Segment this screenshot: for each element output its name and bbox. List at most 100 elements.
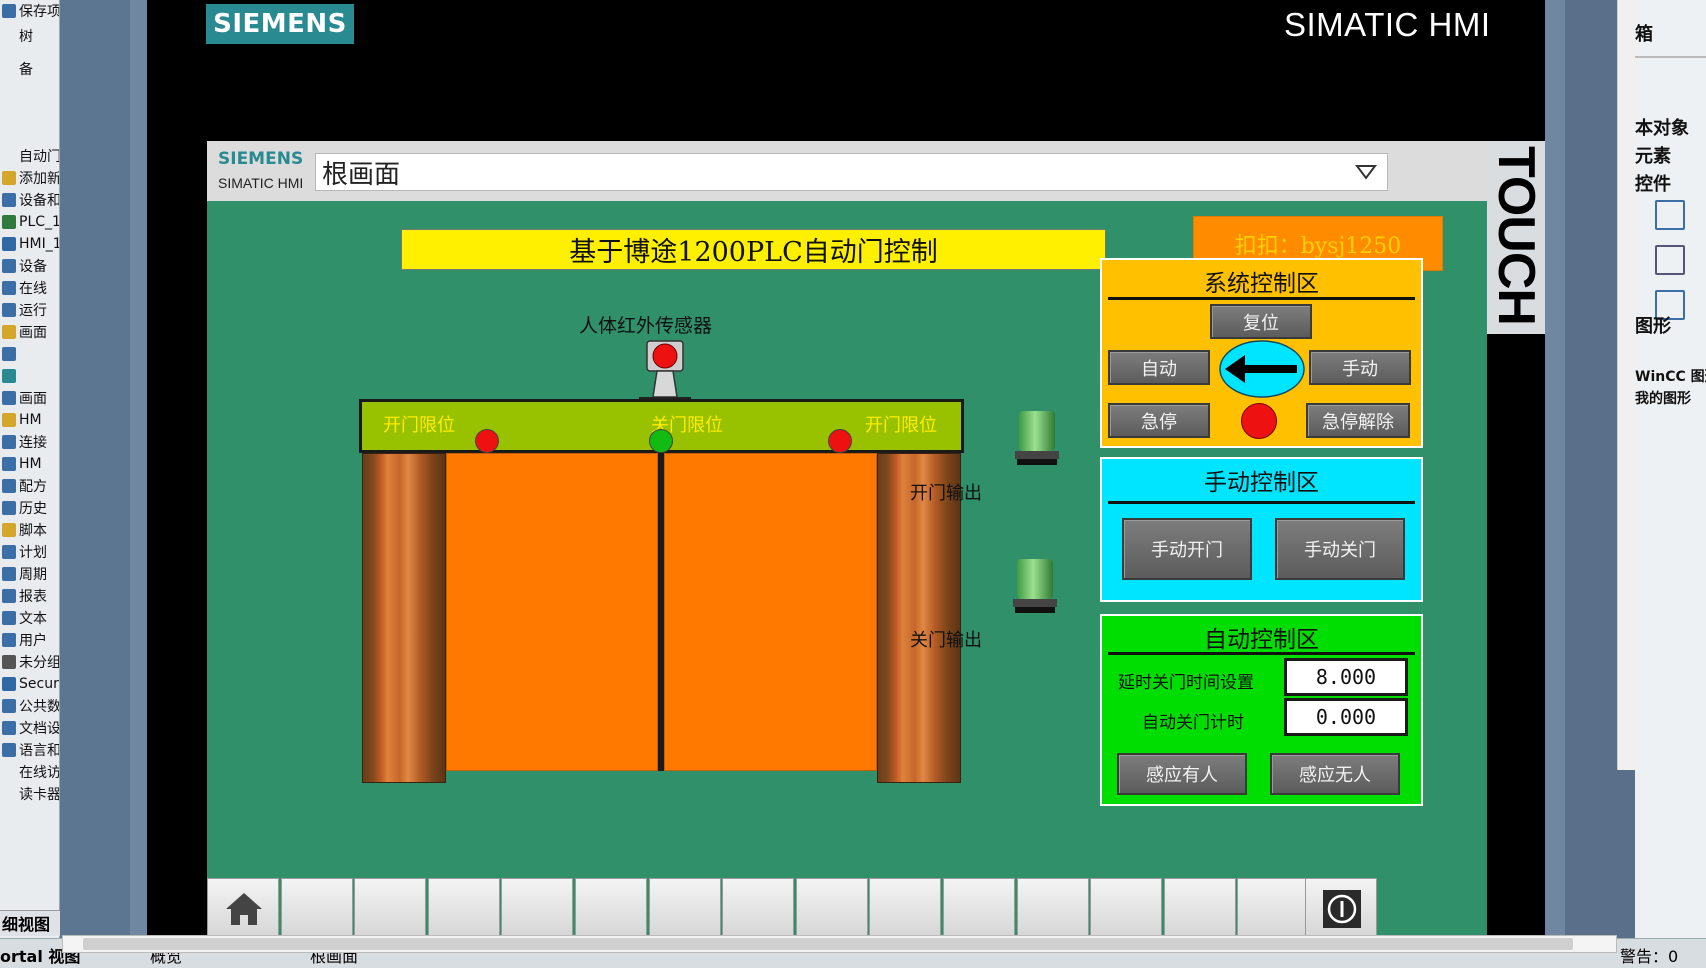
vertical-scrollbar[interactable]: [1617, 0, 1635, 770]
project-tree-item[interactable]: 周期: [0, 563, 59, 585]
tree-item-icon: [2, 171, 16, 185]
project-tree-item[interactable]: 画面: [0, 387, 59, 409]
tree-item-icon: [2, 721, 16, 735]
project-tree-item[interactable]: HM: [0, 409, 59, 431]
ir-sensor-icon: [639, 340, 691, 401]
tree-item-icon: [2, 501, 16, 515]
estop-release-button[interactable]: 急停解除: [1306, 403, 1410, 438]
project-tree-item[interactable]: 自动门博途: [0, 145, 59, 167]
tree-item-icon: [2, 303, 16, 317]
softkey-5[interactable]: [501, 878, 573, 938]
toolbox-section-elements[interactable]: 元素: [1635, 142, 1706, 168]
tree-item-label: 文档设: [19, 721, 60, 737]
tree-item-label: HM: [19, 456, 42, 472]
softkey-15[interactable]: [1237, 878, 1309, 938]
sense-person-button[interactable]: 感应有人: [1117, 753, 1247, 795]
project-tree-item[interactable]: 配方: [0, 475, 59, 497]
tree-item-label: 备: [19, 62, 33, 78]
project-tree-item[interactable]: 历史: [0, 497, 59, 519]
workspace-border-right: [1545, 0, 1565, 968]
project-tree-item[interactable]: 用户: [0, 629, 59, 651]
softkey-13[interactable]: [1090, 878, 1162, 938]
project-tree-item[interactable]: 设备和: [0, 189, 60, 211]
project-tree-item[interactable]: HM: [0, 453, 59, 475]
reset-button[interactable]: 复位: [1210, 304, 1312, 339]
project-tree-item[interactable]: 备: [0, 58, 59, 80]
door-leaf-left: [446, 453, 658, 771]
project-tree-item[interactable]: 连接: [0, 431, 59, 453]
project-tree-item[interactable]: 语言和: [0, 739, 59, 761]
project-tree-item[interactable]: 文本: [0, 607, 59, 629]
softkey-1[interactable]: [207, 878, 279, 938]
page-title: 基于博途1200PLC自动门控制: [401, 229, 1106, 270]
project-tree-item[interactable]: 设备: [0, 255, 59, 277]
project-tree-item[interactable]: 树: [0, 25, 59, 47]
toolbox-section-controls[interactable]: 控件: [1635, 170, 1706, 196]
manual-open-button[interactable]: 手动开门: [1122, 518, 1252, 580]
delay-time-label: 延时关门时间设置: [1118, 673, 1254, 693]
project-tree-item[interactable]: Secur: [0, 673, 59, 695]
project-tree-item[interactable]: [0, 343, 59, 365]
softkey-6[interactable]: [575, 878, 647, 938]
delay-time-input[interactable]: 8.000: [1284, 658, 1408, 696]
softkey-10[interactable]: [869, 878, 941, 938]
toolbox-section-basic[interactable]: 本对象: [1635, 114, 1706, 140]
tree-item-label: 用户: [19, 633, 47, 649]
toolbox-section-graphics[interactable]: 图形: [1635, 312, 1706, 338]
wincc-graphics-folder[interactable]: WinCC 图形: [1635, 366, 1706, 386]
project-tree-item[interactable]: 读卡器/US: [0, 783, 59, 805]
tree-item-icon: [2, 523, 16, 537]
softkey-4[interactable]: [428, 878, 500, 938]
table-view-icon[interactable]: [1655, 245, 1685, 275]
tree-item-label: 在线: [19, 281, 47, 297]
close-output-lamp-icon: [1013, 559, 1057, 613]
softkey-11[interactable]: [943, 878, 1015, 938]
project-tree-item[interactable]: [0, 365, 59, 387]
softkey-bar: [207, 878, 1487, 938]
my-graphics-folder[interactable]: 我的图形: [1635, 388, 1706, 408]
tree-item-icon: [2, 149, 16, 163]
project-tree-item[interactable]: 画面: [0, 321, 59, 343]
project-tree-item[interactable]: 计划: [0, 541, 59, 563]
project-tree-item[interactable]: HMI_1: [0, 233, 59, 255]
sense-nobody-button[interactable]: 感应无人: [1270, 753, 1400, 795]
horizontal-scroll-thumb[interactable]: [83, 938, 1573, 950]
softkey-16[interactable]: [1305, 878, 1377, 938]
project-tree-item[interactable]: 在线访问: [0, 761, 59, 783]
softkey-9[interactable]: [796, 878, 868, 938]
softkey-7[interactable]: [649, 878, 721, 938]
project-tree-item[interactable]: 脚本: [0, 519, 59, 541]
project-tree-item[interactable]: 文档设: [0, 717, 60, 739]
project-tree-item[interactable]: 在线: [0, 277, 59, 299]
tree-item-icon: [2, 611, 16, 625]
softkey-14[interactable]: [1164, 878, 1236, 938]
project-tree-item[interactable]: PLC_1: [0, 211, 59, 233]
manual-mode-button[interactable]: 手动: [1309, 350, 1411, 385]
horizontal-scrollbar[interactable]: [62, 935, 1617, 953]
chevron-down-icon[interactable]: [1355, 164, 1377, 180]
workspace-gap: [60, 0, 130, 968]
tree-item-label: 设备和: [19, 193, 60, 209]
softkey-8[interactable]: [722, 878, 794, 938]
project-tree-item[interactable]: 未分组: [0, 651, 59, 673]
tree-item-icon: [2, 369, 16, 383]
softkey-2[interactable]: [281, 878, 353, 938]
softkey-12[interactable]: [1017, 878, 1089, 938]
project-tree-item[interactable]: 保存项: [0, 0, 59, 22]
project-tree-item[interactable]: 添加新: [0, 167, 59, 189]
manual-panel-title: 手动控制区: [1204, 470, 1319, 496]
project-tree-item[interactable]: 运行: [0, 299, 59, 321]
project-tree-item[interactable]: 公共数: [0, 695, 59, 717]
screen-select-dropdown[interactable]: 根画面: [315, 153, 1388, 191]
toolbox-panel: 箱 本对象 元素 控件 图形 WinCC 图形 我的图形: [1635, 0, 1706, 968]
estop-button[interactable]: 急停: [1108, 403, 1210, 438]
tree-item-label: Secur: [19, 676, 59, 692]
tree-item-label: 配方: [19, 479, 47, 495]
tree-item-label: HM: [19, 412, 42, 428]
trend-view-icon[interactable]: [1655, 200, 1685, 230]
auto-mode-button[interactable]: 自动: [1108, 350, 1210, 385]
project-tree-item[interactable]: 报表: [0, 585, 59, 607]
manual-close-button[interactable]: 手动关门: [1275, 518, 1405, 580]
softkey-3[interactable]: [354, 878, 426, 938]
detail-view-header[interactable]: 细视图: [0, 910, 60, 936]
